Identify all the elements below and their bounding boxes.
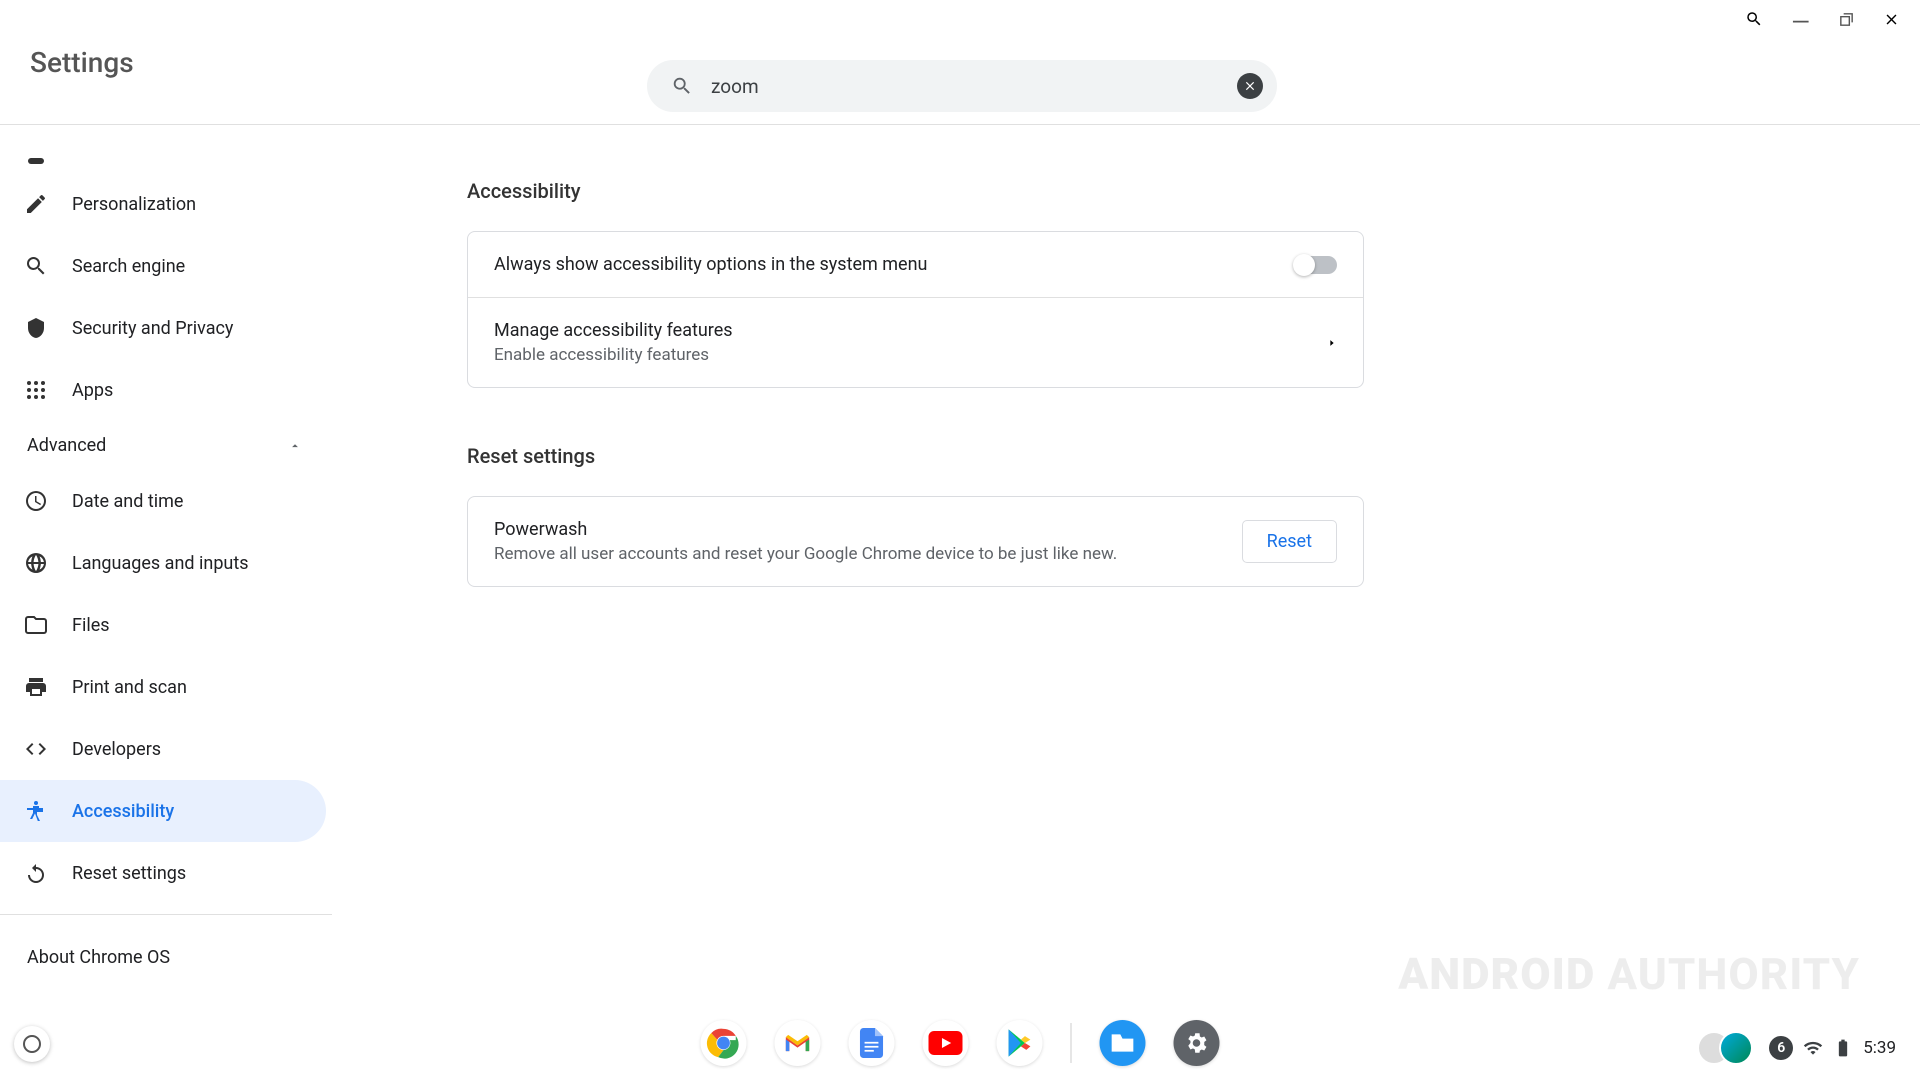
apps-icon xyxy=(24,378,72,402)
play-store-icon[interactable] xyxy=(997,1020,1043,1066)
files-app-icon[interactable] xyxy=(1100,1020,1146,1066)
row-label: Manage accessibility features xyxy=(494,320,1327,341)
shelf: 6 5:39 xyxy=(0,1010,1920,1080)
reset-button[interactable]: Reset xyxy=(1242,520,1337,563)
reset-card: Powerwash Remove all user accounts and r… xyxy=(467,496,1364,587)
youtube-icon[interactable] xyxy=(923,1020,969,1066)
row-label: Powerwash xyxy=(494,519,1242,540)
sidebar-item-label: Files xyxy=(72,615,110,636)
sidebar-item-about[interactable]: About Chrome OS xyxy=(0,925,342,968)
sidebar: Personalization Search engine Security a… xyxy=(0,125,342,1080)
docs-icon[interactable] xyxy=(849,1020,895,1066)
chevron-right-icon xyxy=(1327,338,1337,348)
sidebar-item-developers[interactable]: Developers xyxy=(0,718,342,780)
sidebar-item-label: Print and scan xyxy=(72,677,187,698)
accessibility-card: Always show accessibility options in the… xyxy=(467,231,1364,388)
sidebar-item-label: Reset settings xyxy=(72,863,186,884)
battery-icon xyxy=(1833,1038,1853,1058)
row-sublabel: Remove all user accounts and reset your … xyxy=(494,544,1242,564)
section-title-reset: Reset settings xyxy=(467,444,1364,468)
clock-icon xyxy=(24,489,72,513)
row-powerwash: Powerwash Remove all user accounts and r… xyxy=(468,497,1363,586)
sidebar-item-apps[interactable]: Apps xyxy=(0,359,342,421)
clear-search-button[interactable] xyxy=(1237,73,1263,99)
sidebar-item-truncated[interactable] xyxy=(0,139,342,173)
accessibility-icon xyxy=(24,799,72,823)
launcher-button[interactable] xyxy=(14,1026,50,1062)
advanced-label: Advanced xyxy=(27,435,106,456)
sidebar-item-personalization[interactable]: Personalization xyxy=(0,173,342,235)
shelf-apps xyxy=(701,1020,1220,1066)
shelf-separator xyxy=(1071,1023,1072,1063)
avatar-switcher[interactable] xyxy=(1697,1031,1753,1065)
zoom-icon[interactable] xyxy=(1745,10,1763,33)
chevron-up-icon xyxy=(288,439,302,453)
sidebar-advanced-toggle[interactable]: Advanced xyxy=(0,421,342,470)
watermark: ANDROID AUTHORITY xyxy=(1398,948,1860,1000)
sidebar-item-accessibility[interactable]: Accessibility xyxy=(0,780,326,842)
sidebar-item-label: Search engine xyxy=(72,256,185,277)
close-icon[interactable] xyxy=(1883,11,1900,33)
sidebar-item-label: Apps xyxy=(72,380,113,401)
restore-icon[interactable] xyxy=(1838,11,1855,33)
gmail-icon[interactable] xyxy=(775,1020,821,1066)
settings-app-icon[interactable] xyxy=(1174,1020,1220,1066)
chrome-icon[interactable] xyxy=(701,1020,747,1066)
sidebar-item-languages[interactable]: Languages and inputs xyxy=(0,532,342,594)
row-sublabel: Enable accessibility features xyxy=(494,345,1327,365)
sidebar-item-label: Developers xyxy=(72,739,161,760)
search-input[interactable] xyxy=(693,75,1237,98)
code-icon xyxy=(24,737,72,761)
search-icon xyxy=(24,254,72,278)
clock-time: 5:39 xyxy=(1863,1038,1896,1058)
divider xyxy=(0,914,332,915)
sidebar-item-label: Security and Privacy xyxy=(72,318,233,339)
system-tray[interactable]: 6 5:39 xyxy=(1697,1030,1908,1066)
toggle-always-show-a11y[interactable] xyxy=(1295,256,1337,274)
content: Accessibility Always show accessibility … xyxy=(342,125,1920,1080)
search-box[interactable] xyxy=(647,60,1277,112)
minimize-icon[interactable]: — xyxy=(1791,18,1810,26)
row-manage-a11y[interactable]: Manage accessibility features Enable acc… xyxy=(468,298,1363,387)
sidebar-item-security[interactable]: Security and Privacy xyxy=(0,297,342,359)
sidebar-item-date-time[interactable]: Date and time xyxy=(0,470,342,532)
shield-icon xyxy=(24,316,72,340)
wifi-icon xyxy=(1803,1038,1823,1058)
sidebar-item-search-engine[interactable]: Search engine xyxy=(0,235,342,297)
row-always-show-a11y[interactable]: Always show accessibility options in the… xyxy=(468,232,1363,298)
sidebar-item-label: Date and time xyxy=(72,491,183,512)
section-title-accessibility: Accessibility xyxy=(467,179,1364,203)
printer-icon xyxy=(24,675,72,699)
globe-icon xyxy=(24,551,72,575)
sidebar-item-files[interactable]: Files xyxy=(0,594,342,656)
account-icon xyxy=(24,143,72,167)
folder-icon xyxy=(24,613,72,637)
pencil-icon xyxy=(24,192,72,216)
sidebar-item-reset[interactable]: Reset settings xyxy=(0,842,342,904)
search-icon xyxy=(671,75,693,97)
notification-count[interactable]: 6 xyxy=(1769,1036,1793,1060)
page-title: Settings xyxy=(30,46,134,79)
sidebar-item-print[interactable]: Print and scan xyxy=(0,656,342,718)
sidebar-item-label: Languages and inputs xyxy=(72,553,249,574)
sidebar-item-label: Personalization xyxy=(72,194,196,215)
close-icon xyxy=(1243,79,1257,93)
row-label: Always show accessibility options in the… xyxy=(494,254,1295,275)
reset-icon xyxy=(24,861,72,885)
sidebar-item-label: Accessibility xyxy=(72,801,174,822)
